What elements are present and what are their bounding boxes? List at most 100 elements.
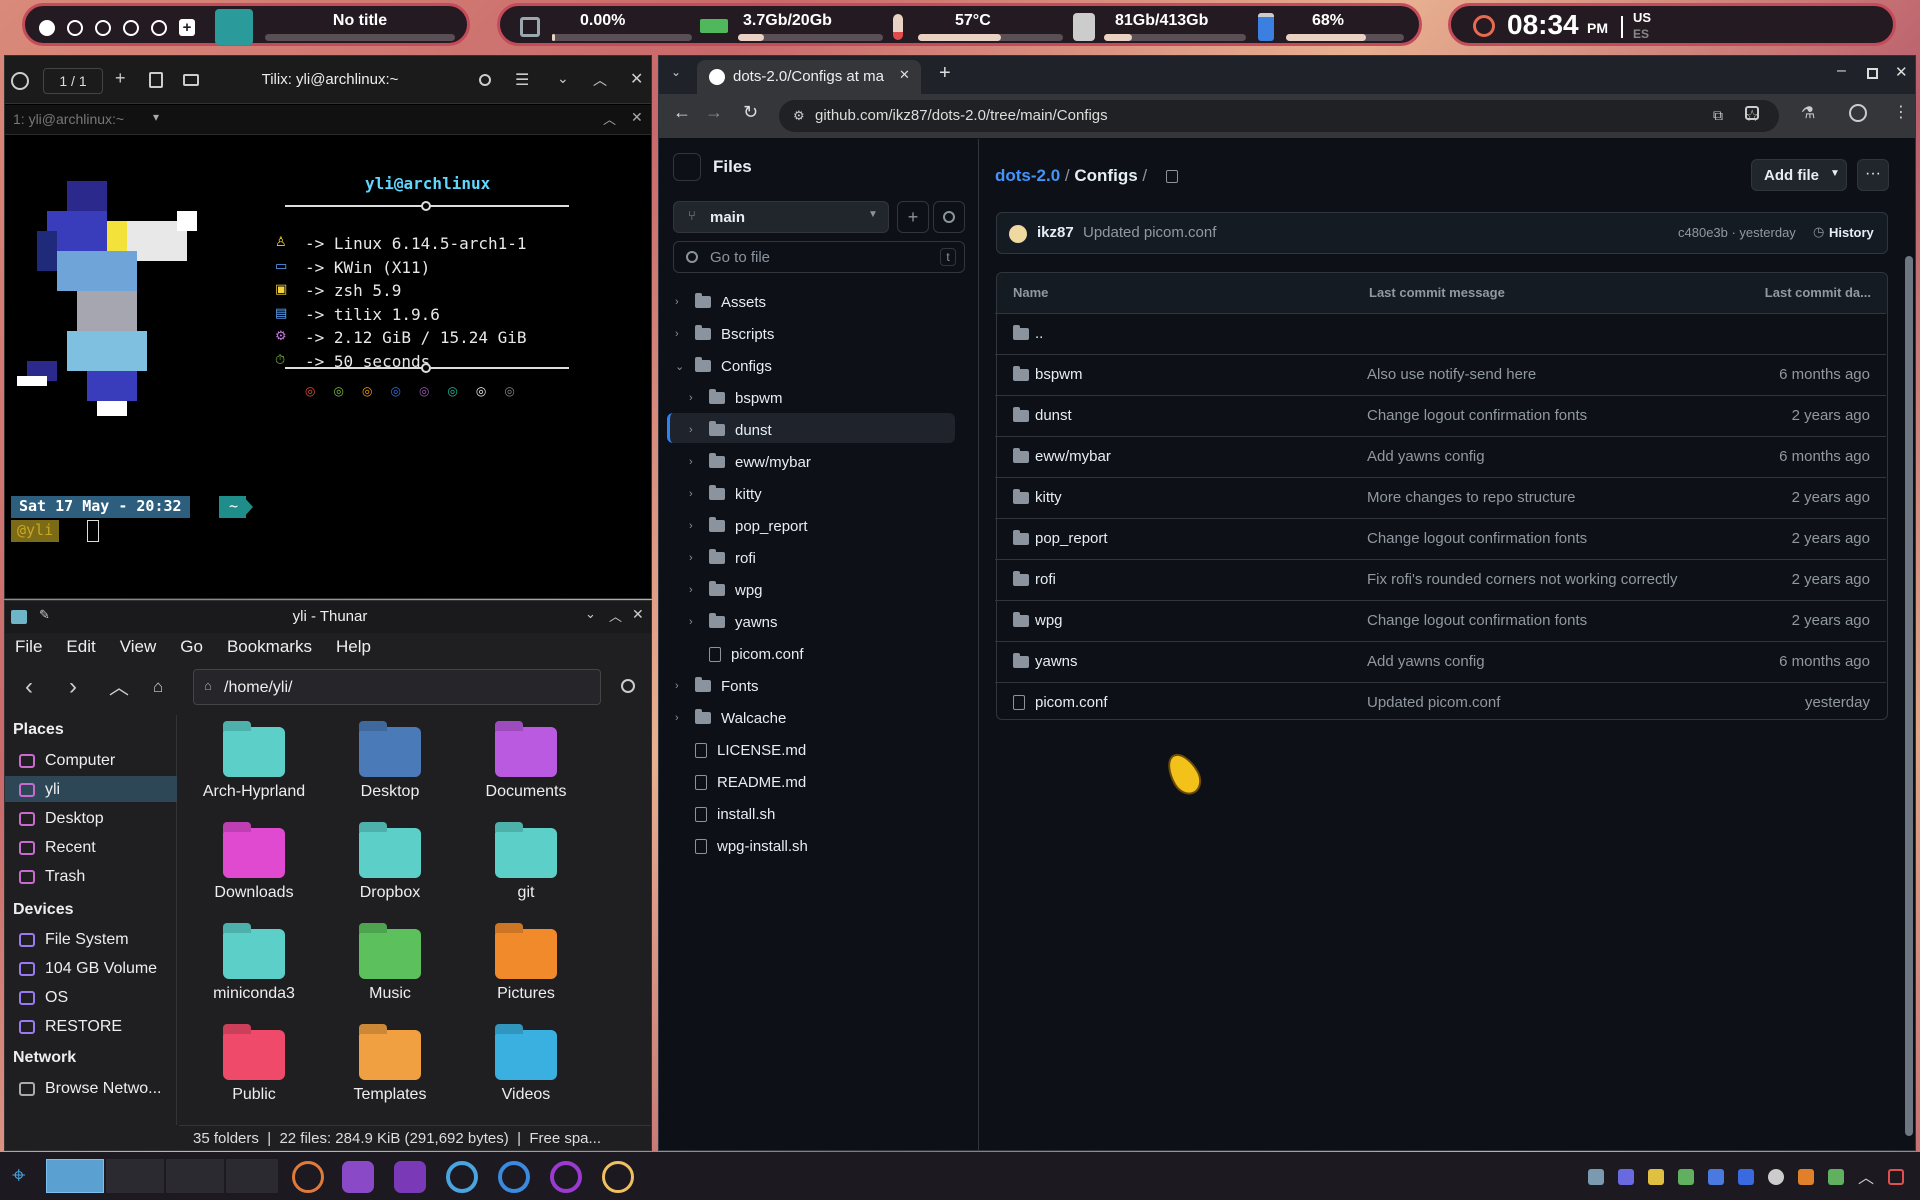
tab-close-icon[interactable]: ✕ (899, 67, 910, 83)
row-name[interactable]: pop_report (1035, 530, 1108, 547)
sidebar-item-computer[interactable]: Computer (19, 748, 115, 774)
tree-item[interactable]: › kitty (689, 482, 762, 506)
discover-app-icon[interactable] (342, 1161, 374, 1193)
close-icon[interactable]: ✕ (630, 69, 643, 89)
table-row-parent[interactable]: .. (995, 313, 1886, 354)
keyboard-layout-primary[interactable]: US (1633, 10, 1651, 25)
tree-item[interactable]: › Bscripts (675, 322, 774, 346)
tray-network-icon[interactable] (1588, 1169, 1604, 1185)
new-tab-icon[interactable]: + (939, 62, 951, 85)
tray-clipboard-icon[interactable] (1618, 1169, 1634, 1185)
copy-path-icon[interactable] (1165, 170, 1178, 184)
pin-icon[interactable]: ✎ (39, 607, 50, 623)
tree-item[interactable]: LICENSE.md (675, 738, 806, 762)
settings-app-icon[interactable] (292, 1161, 324, 1193)
sidebar-item-trash[interactable]: Trash (19, 864, 85, 890)
site-info-icon[interactable]: ⚙ (793, 108, 805, 124)
menu-go[interactable]: Go (180, 637, 203, 657)
workspace-2-button[interactable] (67, 20, 83, 36)
menu-bookmarks[interactable]: Bookmarks (227, 637, 312, 657)
search-icon[interactable] (621, 679, 635, 693)
active-tab[interactable]: dots-2.0/Configs at ma ✕ (697, 60, 921, 94)
show-desktop-icon[interactable] (1888, 1169, 1904, 1185)
sidebar-item-file-system[interactable]: File System (19, 927, 129, 953)
branch-selector[interactable]: ⑂ main ▼ (673, 201, 889, 233)
folder-item[interactable]: Documents (461, 727, 591, 801)
search-icon[interactable] (479, 74, 491, 86)
menu-help[interactable]: Help (336, 637, 371, 657)
sidebar-item-recent[interactable]: Recent (19, 835, 96, 861)
add-terminal-down-icon[interactable] (183, 74, 199, 86)
menu-view[interactable]: View (120, 637, 157, 657)
keyboard-layout-secondary[interactable]: ES (1633, 27, 1649, 41)
scrollbar[interactable] (1905, 256, 1913, 1136)
workspace-3-button[interactable] (95, 20, 111, 36)
install-app-icon[interactable]: ⧉ (1713, 107, 1723, 124)
tree-item[interactable]: › dunst (689, 418, 772, 442)
music-cover-icon[interactable] (215, 9, 253, 45)
browser-menu-icon[interactable]: ⋮ (1893, 102, 1909, 122)
row-name[interactable]: dunst (1035, 407, 1072, 424)
tray-bluetooth-icon[interactable] (1708, 1169, 1724, 1185)
row-name[interactable]: eww/mybar (1035, 448, 1111, 465)
session-maximize-icon[interactable]: ︿ (603, 109, 616, 128)
hamburger-menu-icon[interactable]: ☰ (515, 70, 529, 90)
commit-author[interactable]: ikz87 (1037, 224, 1074, 241)
minimize-icon[interactable]: ⌄ (585, 606, 596, 622)
tray-wifi-icon[interactable] (1798, 1169, 1814, 1185)
home-icon[interactable]: ⌂ (153, 677, 163, 697)
folder-item[interactable]: Pictures (461, 929, 591, 1003)
extensions-icon[interactable] (1745, 106, 1759, 120)
tree-item[interactable]: install.sh (675, 802, 775, 826)
close-icon[interactable]: ✕ (632, 606, 644, 623)
row-commit-message[interactable]: Fix rofi's rounded corners not working c… (1367, 571, 1677, 588)
table-row[interactable]: yawns Add yawns config 6 months ago (995, 641, 1886, 682)
folder-item[interactable]: Templates (325, 1030, 455, 1104)
tree-item[interactable]: › Walcache (675, 706, 786, 730)
author-avatar[interactable] (1009, 225, 1027, 243)
menu-file[interactable]: File (15, 637, 42, 657)
up-icon[interactable]: ︿ (109, 671, 129, 700)
window-close-icon[interactable]: ✕ (1895, 63, 1908, 81)
file-manager-app-icon[interactable] (394, 1161, 426, 1193)
session-switcher-button[interactable]: 1 / 1 (43, 68, 103, 94)
folder-item[interactable]: Dropbox (325, 828, 455, 902)
parent-dir-link[interactable]: .. (1035, 325, 1043, 342)
workspace-4-button[interactable] (123, 20, 139, 36)
tray-keyboard-icon[interactable] (1648, 1169, 1664, 1185)
sidebar-item-restore[interactable]: RESTORE (19, 1014, 122, 1040)
session-title[interactable]: 1: yli@archlinux:~ (13, 111, 124, 127)
maximize-icon[interactable]: ︿ (593, 70, 607, 90)
row-commit-message[interactable]: Updated picom.conf (1367, 694, 1500, 711)
tree-item[interactable]: wpg-install.sh (675, 834, 808, 858)
row-commit-message[interactable]: Change logout confirmation fonts (1367, 407, 1587, 424)
pager-desktop-3[interactable] (166, 1159, 224, 1193)
tray-brightness-icon[interactable] (1768, 1169, 1784, 1185)
reload-icon[interactable]: ↻ (743, 102, 758, 123)
folder-item[interactable]: git (461, 828, 591, 902)
session-close-icon[interactable]: ✕ (631, 109, 643, 126)
media-progress-track[interactable] (265, 34, 455, 41)
add-file-icon[interactable]: + (897, 201, 929, 233)
folder-item[interactable]: Downloads (189, 828, 319, 902)
app-launcher-icon[interactable]: ⌖ (12, 1162, 26, 1190)
vscode-app-icon[interactable] (498, 1161, 530, 1193)
commit-hash[interactable]: c480e3b · yesterday (1678, 225, 1796, 240)
tree-item[interactable]: › yawns (689, 610, 778, 634)
chromium-app-icon[interactable] (446, 1161, 478, 1193)
row-name[interactable]: wpg (1035, 612, 1063, 629)
table-row[interactable]: dunst Change logout confirmation fonts 2 y… (995, 395, 1886, 436)
tray-mute-icon[interactable] (1678, 1169, 1694, 1185)
row-commit-message[interactable]: Change logout confirmation fonts (1367, 612, 1587, 629)
tree-item[interactable]: › rofi (689, 546, 756, 570)
pager-desktop-4[interactable] (226, 1159, 278, 1193)
power-icon[interactable] (1473, 15, 1495, 37)
sidebar-item-104-gb-volume[interactable]: 104 GB Volume (19, 956, 157, 982)
window-minimize-icon[interactable]: – (1837, 62, 1846, 80)
row-name[interactable]: bspwm (1035, 366, 1083, 383)
table-row[interactable]: kitty More changes to repo structure 2 yea… (995, 477, 1886, 518)
tree-item[interactable]: README.md (675, 770, 806, 794)
add-workspace-icon[interactable]: + (179, 19, 195, 36)
labs-icon[interactable]: ⚗ (1801, 103, 1815, 123)
table-row[interactable]: pop_report Change logout confirmation fon… (995, 518, 1886, 559)
